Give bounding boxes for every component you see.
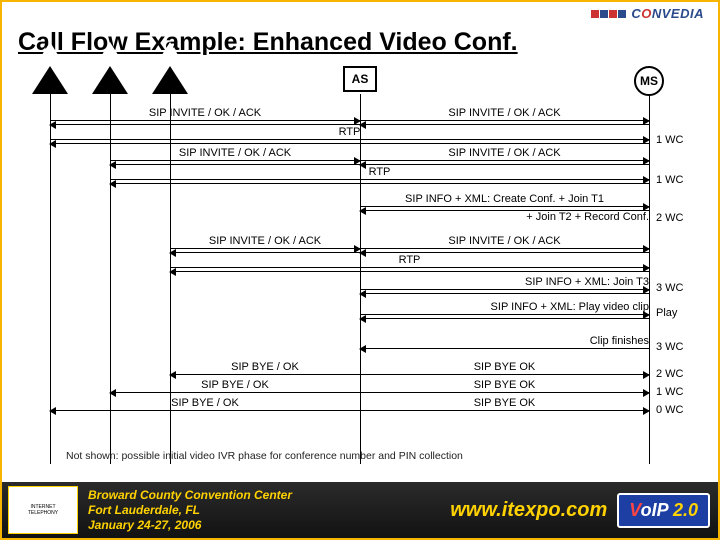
footnote: Not shown: possible initial video IVR ph… xyxy=(66,450,463,462)
actor-t1: T1 xyxy=(32,66,68,94)
msg-bye-as-ms-3: SIP BYE OK xyxy=(360,410,649,424)
msg-clip-finishes: Clip finishes xyxy=(360,348,649,362)
expo-badge: INTERNET TELEPHONY xyxy=(8,486,78,534)
msg-rtp-t2-ms: RTP xyxy=(110,179,649,193)
note-0wc: 0 WC xyxy=(656,404,700,416)
footer-banner: INTERNET TELEPHONY Broward County Conven… xyxy=(2,482,718,538)
sequence-diagram: T1 T2 T3 AS MS 1 WC 1 WC 2 WC 3 WC Play … xyxy=(26,66,694,466)
venue-info: Broward County Convention Center Fort La… xyxy=(88,488,292,533)
actor-t2: T2 xyxy=(92,66,128,94)
msg-info-play-clip: SIP INFO + XML: Play video clip xyxy=(360,314,649,328)
note-1wc-c: 1 WC xyxy=(656,386,700,398)
voip-logo: VoIP 2.0 xyxy=(617,493,710,528)
note-play: Play xyxy=(656,307,700,319)
brand-logo: CONVEDIA xyxy=(591,6,704,21)
actor-t3: T3 xyxy=(152,66,188,94)
note-2wc-b: 2 WC xyxy=(656,368,700,380)
note-1wc-a: 1 WC xyxy=(656,134,700,146)
note-3wc-b: 3 WC xyxy=(656,341,700,353)
note-1wc-b: 1 WC xyxy=(656,174,700,186)
brand-name: CONVEDIA xyxy=(631,6,704,21)
msg-bye-t1-as: SIP BYE / OK xyxy=(50,410,360,424)
actor-ms: MS xyxy=(634,66,664,96)
note-3wc-a: 3 WC xyxy=(656,282,700,294)
event-url: www.itexpo.com xyxy=(450,499,607,522)
note-2wc-a: 2 WC xyxy=(656,212,700,224)
actor-as: AS xyxy=(343,66,377,92)
